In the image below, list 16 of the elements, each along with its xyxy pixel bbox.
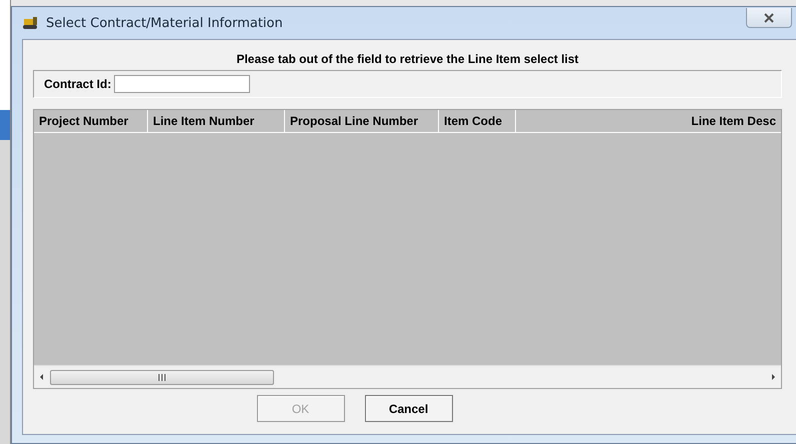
column-header[interactable]: Line Item Desc (516, 110, 781, 132)
close-icon (763, 12, 775, 22)
scroll-thumb[interactable] (50, 370, 274, 384)
window-title: Select Contract/Material Information (46, 16, 283, 30)
close-button[interactable] (746, 8, 792, 28)
column-header[interactable]: Item Code (439, 110, 516, 132)
column-header[interactable]: Project Number (34, 110, 148, 132)
cancel-button[interactable]: Cancel (364, 395, 452, 422)
column-header[interactable]: Line Item Number (148, 110, 285, 132)
bulldozer-icon (22, 16, 40, 30)
instruction-text: Please tab out of the field to retrieve the Line Item select list (235, 51, 580, 68)
horizontal-scrollbar[interactable] (34, 365, 781, 388)
contract-id-label: Contract Id: (44, 77, 112, 91)
grip-icon (158, 374, 166, 380)
column-header[interactable]: Proposal Line Number (285, 110, 439, 132)
contract-id-field[interactable] (114, 75, 250, 93)
